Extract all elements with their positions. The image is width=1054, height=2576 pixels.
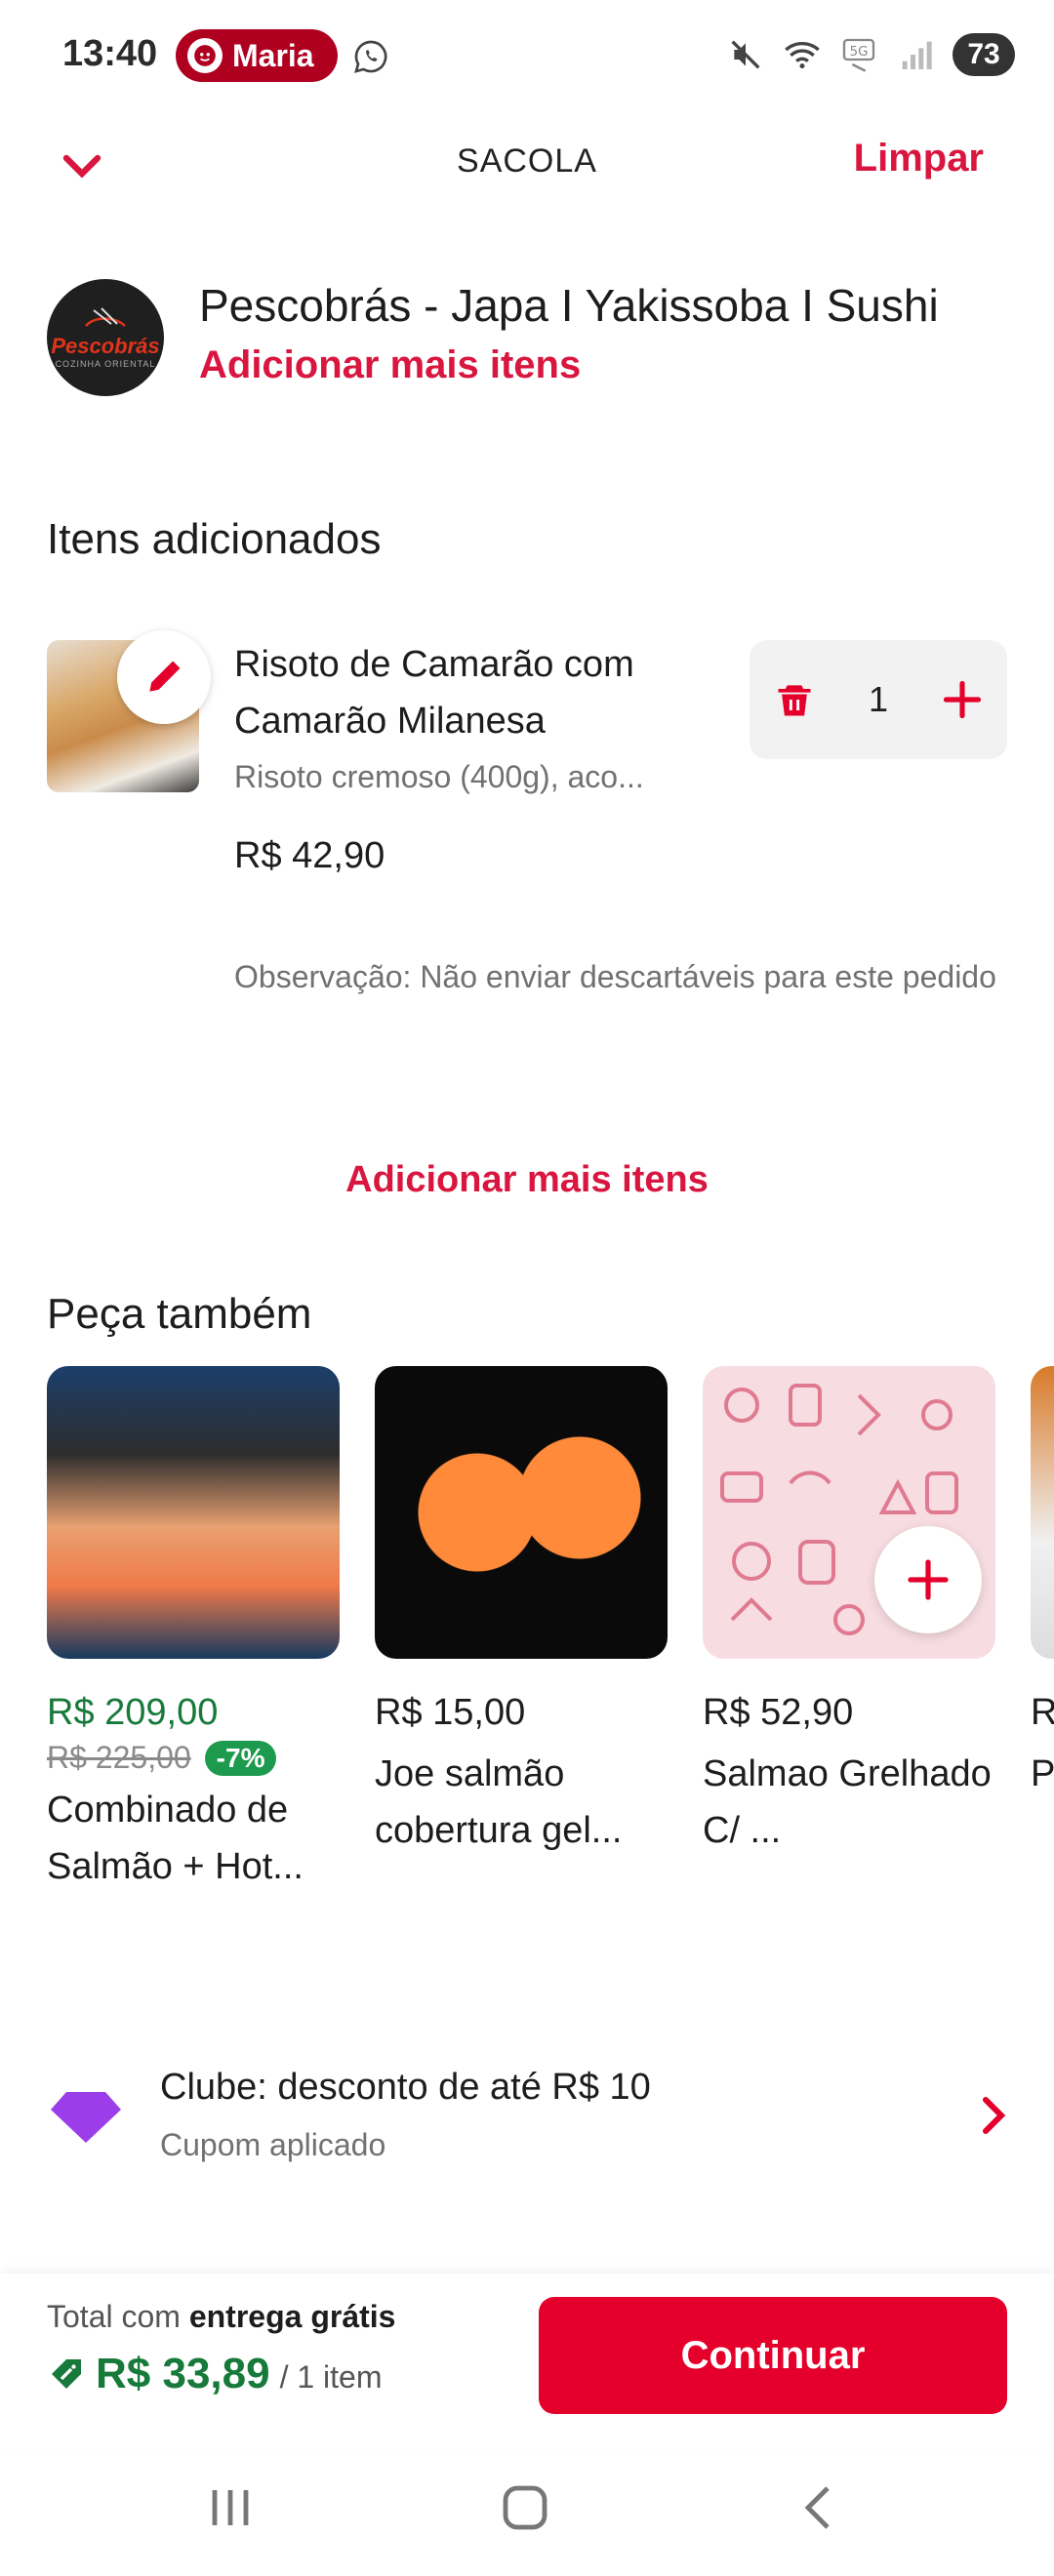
suggestions-carousel[interactable]: R$ 209,00 R$ 225,00 -7% Combinado de Sal… [47, 1366, 1054, 1932]
status-bar: 13:40 Maria 5G 73 [0, 0, 1054, 117]
add-more-items-button[interactable]: Adicionar mais itens [0, 1159, 1054, 1201]
add-suggestion-button[interactable] [874, 1526, 982, 1633]
suggestion-price: R [1031, 1692, 1054, 1733]
restaurant-header: Pescobrás COZINHA ORIENTAL Pescobrás - J… [47, 279, 1015, 396]
total-value: R$ 33,89 [96, 2350, 270, 2397]
suggestion-price: R$ 15,00 [375, 1692, 526, 1733]
edit-item-button[interactable] [117, 630, 211, 724]
diamond-icon [51, 2092, 121, 2143]
recent-apps-icon[interactable] [201, 2478, 260, 2537]
battery-indicator: 73 [953, 33, 1015, 76]
item-price: R$ 42,90 [234, 835, 385, 876]
wifi-icon [785, 42, 820, 69]
total-row: R$ 33,89 / 1 item [47, 2350, 383, 2398]
quantity-stepper: 1 [750, 640, 1007, 759]
chopsticks-icon [85, 307, 126, 327]
item-name: Risoto de Camarão com Camarão Milanesa [234, 644, 634, 742]
trash-icon[interactable] [773, 678, 816, 721]
suggestion-image-placeholder [703, 1366, 995, 1659]
profile-name: Maria [232, 37, 314, 73]
suggestion-image [375, 1366, 668, 1659]
suggestion-name: Joe salmão cobertura gel... [375, 1753, 623, 1851]
suggestion-old-price: R$ 225,00 [47, 1740, 191, 1775]
suggestion-card[interactable]: R$ 52,90 Salmao Grelhado C/ ... [703, 1366, 995, 1859]
restaurant-name[interactable]: Pescobrás - Japa I Yakissoba I Sushi [199, 279, 939, 332]
avatar-icon [187, 38, 223, 73]
checkout-bar: Total com entrega grátis R$ 33,89 / 1 it… [0, 2274, 1054, 2449]
profile-pill[interactable]: Maria [176, 29, 338, 82]
signal-icon [902, 41, 932, 69]
total-prefix: Total com [47, 2299, 181, 2334]
discount-badge: -7% [204, 1740, 277, 1776]
section-title-suggestions: Peça também [47, 1290, 312, 1338]
restaurant-logo: Pescobrás COZINHA ORIENTAL [47, 279, 164, 396]
plus-icon[interactable] [941, 678, 984, 721]
system-nav-bar [0, 2449, 1054, 2576]
club-title: Clube: desconto de até R$ 10 [160, 2067, 651, 2108]
club-subtitle: Cupom aplicado [160, 2127, 386, 2162]
total-item-count: / 1 item [279, 2359, 383, 2395]
total-label: Total com entrega grátis [47, 2299, 395, 2335]
suggestion-price: R$ 52,90 [703, 1692, 854, 1733]
continue-button[interactable]: Continuar [539, 2297, 1007, 2414]
chevron-right-icon [983, 2097, 1006, 2134]
suggestion-card[interactable]: R$ 209,00 R$ 225,00 -7% Combinado de Sal… [47, 1366, 340, 1895]
home-icon[interactable] [496, 2478, 554, 2537]
suggestion-name: P D [1031, 1753, 1054, 1794]
free-delivery-label: entrega grátis [188, 2299, 396, 2334]
status-time: 13:40 [62, 33, 158, 74]
mute-icon [731, 40, 760, 69]
item-note: Observação: Não enviar descartáveis para… [234, 959, 996, 994]
cart-item: Risoto de Camarão com Camarão Milanesa R… [47, 630, 1023, 1066]
quantity-value: 1 [868, 679, 889, 719]
5g-icon: 5G [842, 38, 875, 72]
whatsapp-icon [354, 40, 387, 73]
suggestion-card[interactable]: R$ 15,00 Joe salmão cobertura gel... [375, 1366, 668, 1859]
suggestion-image [1031, 1366, 1054, 1659]
suggestion-card[interactable]: R P D [1031, 1366, 1054, 1802]
plus-icon [908, 1559, 949, 1600]
add-more-items-link[interactable]: Adicionar mais itens [199, 343, 581, 387]
suggestion-image [47, 1366, 340, 1659]
suggestion-name: Salmao Grelhado C/ ... [703, 1753, 992, 1851]
suggestion-name: Combinado de Salmão + Hot... [47, 1790, 304, 1887]
suggestion-price: R$ 209,00 [47, 1692, 219, 1733]
club-discount-banner[interactable]: Clube: desconto de até R$ 10 Cupom aplic… [47, 2059, 1013, 2176]
section-title-added-items: Itens adicionados [47, 515, 382, 563]
logo-text: Pescobrás [51, 334, 160, 358]
logo-subtext: COZINHA ORIENTAL [55, 359, 156, 369]
pencil-icon [149, 661, 181, 692]
header: SACOLA Limpar [0, 117, 1054, 215]
svg-text:5G: 5G [850, 45, 869, 60]
back-icon[interactable] [790, 2478, 849, 2537]
clear-button[interactable]: Limpar [854, 137, 984, 181]
item-description: Risoto cremoso (400g), aco... [234, 759, 644, 794]
discount-tag-icon [52, 2359, 81, 2389]
